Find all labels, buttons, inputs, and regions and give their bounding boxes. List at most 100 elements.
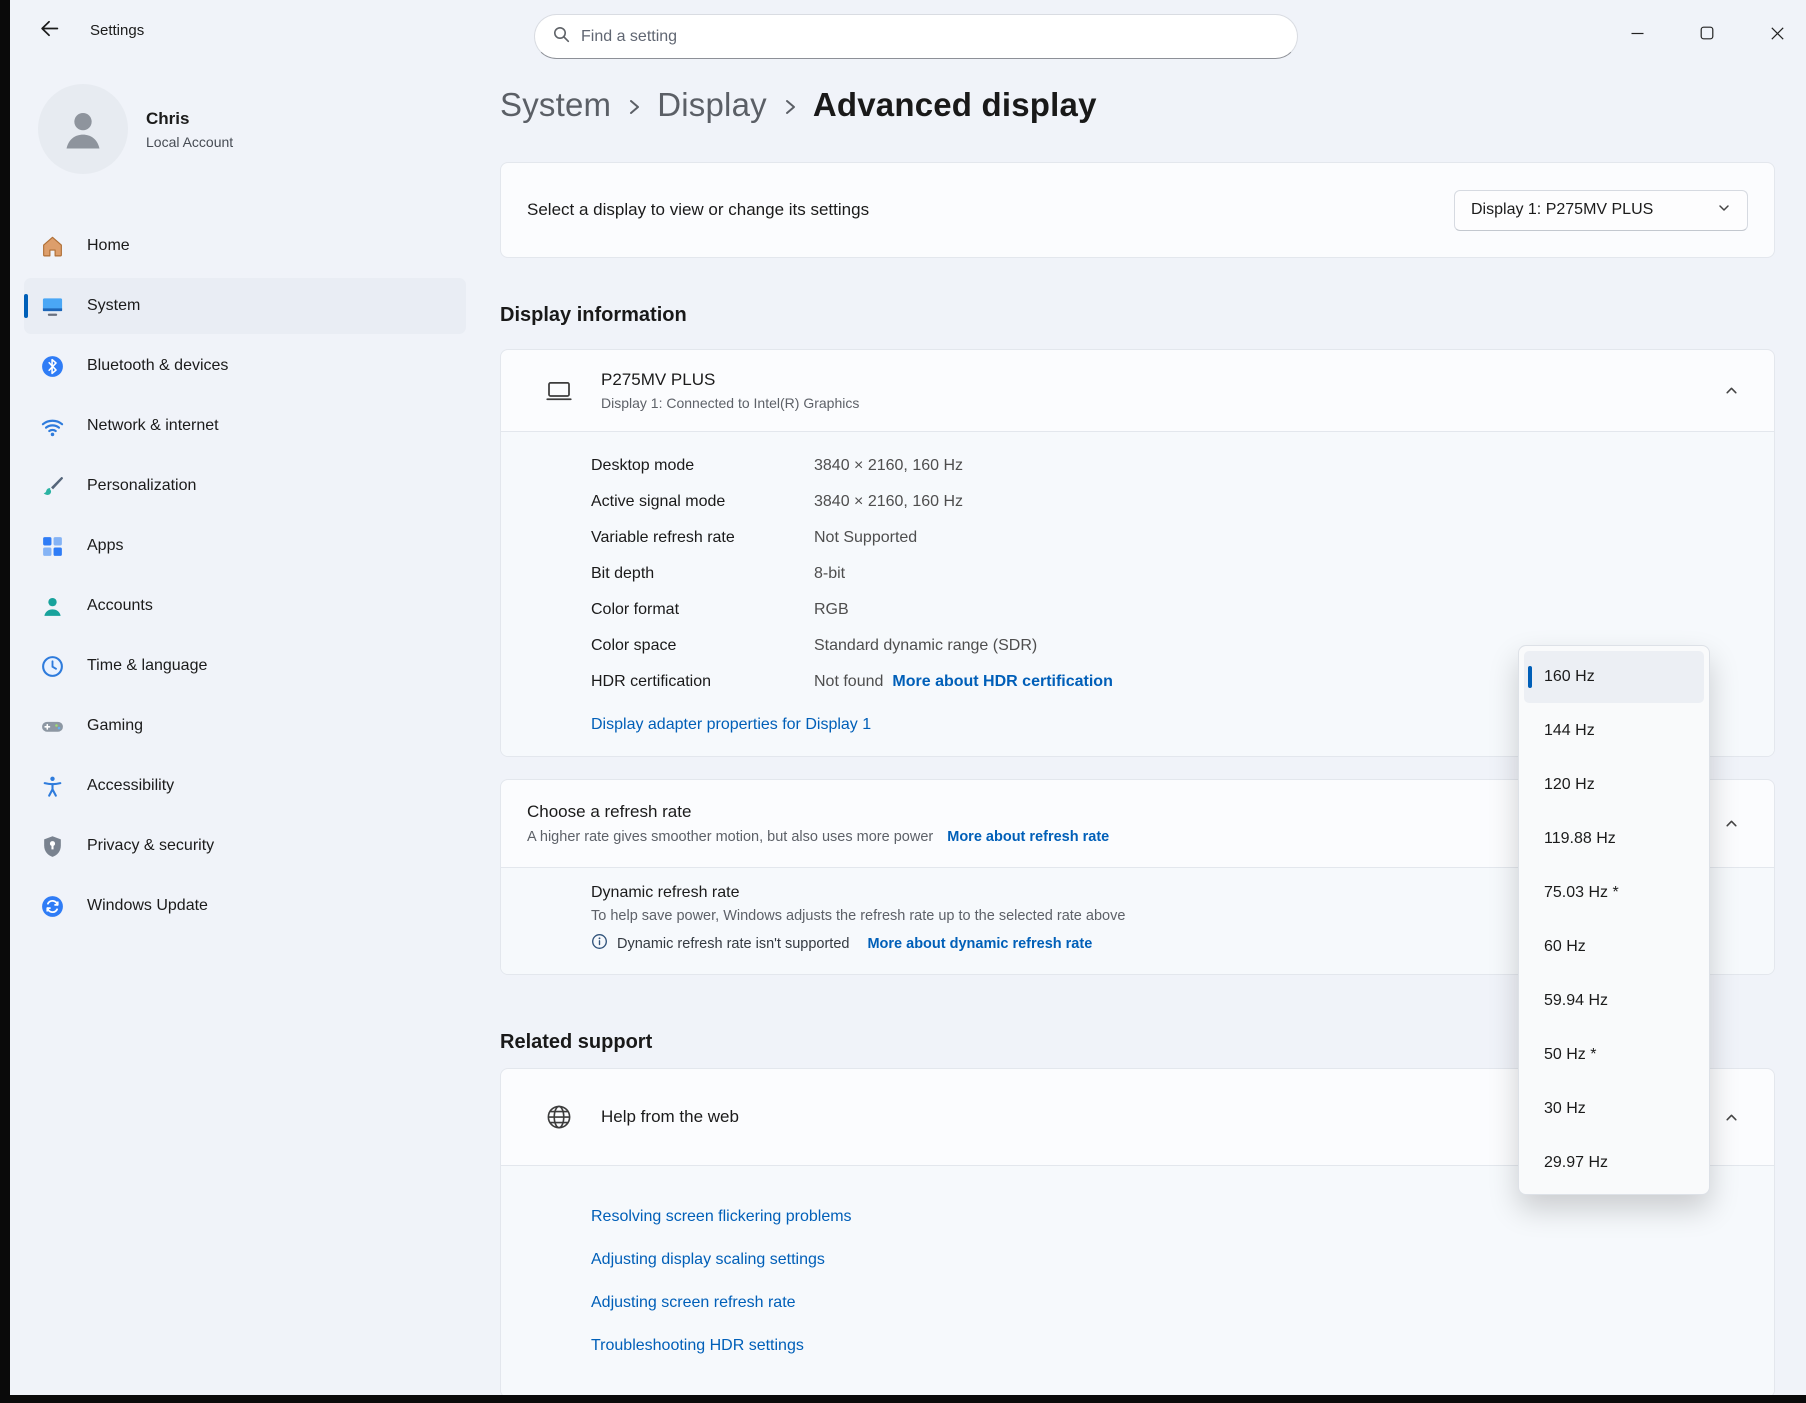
avatar: [38, 84, 128, 174]
info-row-active-signal-mode: Active signal mode 3840 × 2160, 160 Hz: [501, 484, 1774, 520]
info-label: Color format: [591, 599, 814, 621]
sidebar-item-accessibility[interactable]: Accessibility: [24, 758, 466, 814]
accounts-icon: [40, 594, 65, 619]
windows-update-icon: [40, 894, 65, 919]
dynamic-refresh-rate-status-text: Dynamic refresh rate isn't supported: [617, 936, 849, 952]
gaming-icon: [40, 714, 65, 739]
refresh-option-119-88hz[interactable]: 119.88 Hz: [1524, 813, 1704, 865]
sidebar-item-label: Windows Update: [87, 897, 208, 915]
refresh-rate-text: Choose a refresh rate A higher rate give…: [527, 802, 1109, 845]
help-link-screen-flickering[interactable]: Resolving screen flickering problems: [591, 1206, 1748, 1228]
refresh-option-160hz[interactable]: 160 Hz: [1524, 651, 1704, 703]
refresh-option-29-97hz[interactable]: 29.97 Hz: [1524, 1137, 1704, 1189]
back-arrow-icon: [40, 19, 59, 43]
sidebar-item-label: Privacy & security: [87, 837, 214, 855]
display-select-card: Select a display to view or change its s…: [500, 162, 1775, 258]
breadcrumb-system[interactable]: System: [500, 86, 611, 124]
sidebar-item-accounts[interactable]: Accounts: [24, 578, 466, 634]
help-links: Resolving screen flickering problems Adj…: [501, 1165, 1774, 1395]
refresh-rate-subtitle: A higher rate gives smoother motion, but…: [527, 829, 1109, 845]
refresh-rate-title: Choose a refresh rate: [527, 802, 1109, 822]
refresh-option-30hz[interactable]: 30 Hz: [1524, 1083, 1704, 1135]
globe-icon: [543, 1101, 575, 1133]
info-value: 3840 × 2160, 160 Hz: [814, 455, 963, 477]
user-account-type: Local Account: [146, 134, 233, 150]
search-box[interactable]: [534, 14, 1298, 59]
info-value: 8-bit: [814, 563, 845, 585]
help-link-screen-refresh-rate[interactable]: Adjusting screen refresh rate: [591, 1292, 1748, 1314]
personalization-icon: [40, 474, 65, 499]
display-information-heading: Display information: [500, 304, 1775, 327]
sidebar-item-label: Time & language: [87, 657, 207, 675]
more-about-dynamic-refresh-rate-link[interactable]: More about dynamic refresh rate: [867, 936, 1092, 952]
minimize-button[interactable]: [1614, 16, 1660, 50]
sidebar: Chris Local Account Home System: [10, 62, 480, 1395]
chevron-up-icon[interactable]: [1714, 383, 1748, 398]
display-select-dropdown[interactable]: Display 1: P275MV PLUS: [1454, 190, 1748, 231]
settings-window: Settings Chris Loc: [10, 0, 1806, 1395]
sidebar-item-windows-update[interactable]: Windows Update: [24, 878, 466, 934]
help-link-display-scaling[interactable]: Adjusting display scaling settings: [591, 1249, 1748, 1271]
chevron-right-icon: [627, 91, 641, 119]
refresh-option-75-03hz[interactable]: 75.03 Hz *: [1524, 867, 1704, 919]
network-icon: [40, 414, 65, 439]
sidebar-nav: Home System Bluetooth & devices Network …: [24, 218, 466, 934]
sidebar-item-label: System: [87, 297, 140, 315]
time-language-icon: [40, 654, 65, 679]
sidebar-item-bluetooth-devices[interactable]: Bluetooth & devices: [24, 338, 466, 394]
close-button[interactable]: [1754, 16, 1800, 50]
breadcrumb-display[interactable]: Display: [657, 86, 767, 124]
window-controls: [1614, 16, 1800, 50]
help-from-web-title: Help from the web: [601, 1107, 739, 1127]
chevron-up-icon[interactable]: [1714, 816, 1748, 831]
sidebar-item-home[interactable]: Home: [24, 218, 466, 274]
display-select-value: Display 1: P275MV PLUS: [1471, 201, 1653, 219]
info-label: HDR certification: [591, 671, 814, 693]
hdr-certification-link[interactable]: More about HDR certification: [892, 671, 1112, 693]
sidebar-item-time-language[interactable]: Time & language: [24, 638, 466, 694]
display-information-header[interactable]: P275MV PLUS Display 1: Connected to Inte…: [501, 350, 1774, 431]
user-name: Chris: [146, 109, 233, 129]
refresh-option-120hz[interactable]: 120 Hz: [1524, 759, 1704, 811]
sidebar-item-network-internet[interactable]: Network & internet: [24, 398, 466, 454]
sidebar-item-label: Bluetooth & devices: [87, 357, 228, 375]
refresh-option-50hz[interactable]: 50 Hz *: [1524, 1029, 1704, 1081]
user-account[interactable]: Chris Local Account: [38, 84, 466, 174]
display-adapter-properties-link[interactable]: Display adapter properties for Display 1: [591, 716, 871, 734]
maximize-button[interactable]: [1684, 16, 1730, 50]
info-row-color-format: Color format RGB: [501, 592, 1774, 628]
refresh-option-60hz[interactable]: 60 Hz: [1524, 921, 1704, 973]
info-label: Bit depth: [591, 563, 814, 585]
sidebar-item-system[interactable]: System: [24, 278, 466, 334]
sidebar-item-label: Apps: [87, 537, 123, 555]
info-row-desktop-mode: Desktop mode 3840 × 2160, 160 Hz: [501, 448, 1774, 484]
sidebar-item-personalization[interactable]: Personalization: [24, 458, 466, 514]
info-label: Color space: [591, 635, 814, 657]
info-icon: [591, 933, 608, 954]
search-input[interactable]: [581, 28, 1279, 46]
chevron-down-icon: [1717, 201, 1731, 220]
display-device-name: P275MV PLUS: [601, 370, 859, 390]
refresh-option-59-94hz[interactable]: 59.94 Hz: [1524, 975, 1704, 1027]
shield-icon: [40, 834, 65, 859]
refresh-option-144hz[interactable]: 144 Hz: [1524, 705, 1704, 757]
back-button[interactable]: [28, 13, 70, 49]
bluetooth-icon: [40, 354, 65, 379]
sidebar-item-label: Personalization: [87, 477, 196, 495]
help-link-hdr-settings[interactable]: Troubleshooting HDR settings: [591, 1335, 1748, 1357]
breadcrumb: System Display Advanced display: [500, 86, 1775, 124]
sidebar-item-apps[interactable]: Apps: [24, 518, 466, 574]
display-device-text: P275MV PLUS Display 1: Connected to Inte…: [601, 370, 859, 411]
sidebar-item-gaming[interactable]: Gaming: [24, 698, 466, 754]
sidebar-item-label: Home: [87, 237, 130, 255]
accessibility-icon: [40, 774, 65, 799]
chevron-up-icon[interactable]: [1714, 1110, 1748, 1125]
more-about-refresh-rate-link[interactable]: More about refresh rate: [947, 829, 1109, 845]
sidebar-item-label: Network & internet: [87, 417, 219, 435]
sidebar-item-privacy-security[interactable]: Privacy & security: [24, 818, 466, 874]
system-icon: [40, 294, 65, 319]
info-value: Standard dynamic range (SDR): [814, 635, 1037, 657]
info-value: Not found: [814, 671, 883, 693]
chevron-right-icon: [783, 91, 797, 119]
info-row-variable-refresh-rate: Variable refresh rate Not Supported: [501, 520, 1774, 556]
